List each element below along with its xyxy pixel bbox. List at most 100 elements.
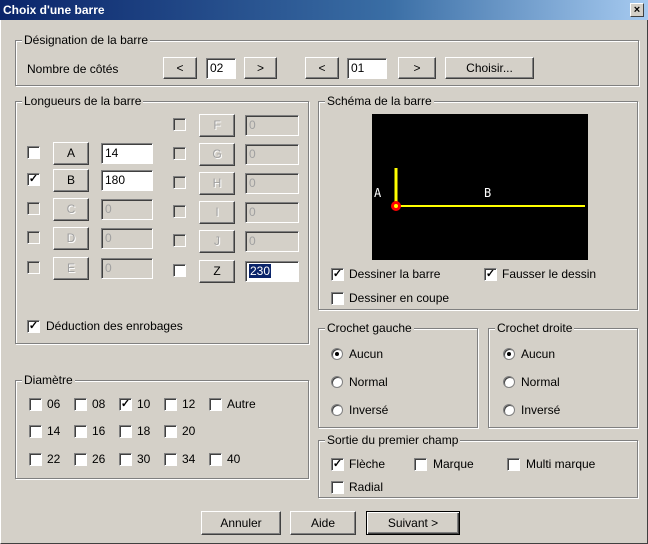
deduction-label: Déduction des enrobages <box>46 319 183 333</box>
diametre-06-label: 06 <box>47 397 61 411</box>
length-f-checkbox[interactable] <box>173 118 186 131</box>
radial-checkbox[interactable] <box>331 481 344 494</box>
diametre-34-checkbox[interactable] <box>164 453 177 466</box>
length-i-field[interactable]: 0 <box>245 202 299 223</box>
length-z-button[interactable]: Z <box>199 260 235 283</box>
crochet-droite-radio-3[interactable] <box>503 404 515 416</box>
length-b-checkbox[interactable]: ✓ <box>27 173 40 186</box>
diametre-26-checkbox[interactable] <box>74 453 87 466</box>
diametre-06-checkbox[interactable] <box>29 398 42 411</box>
length-g-button[interactable]: G <box>199 143 235 166</box>
next-button-2[interactable]: > <box>398 57 436 79</box>
length-i-checkbox[interactable] <box>173 205 186 218</box>
crochet-droite-label-3: Inversé <box>521 403 561 417</box>
designation-legend: Désignation de la barre <box>22 33 151 47</box>
length-e-checkbox[interactable] <box>27 261 40 274</box>
length-h-field[interactable]: 0 <box>245 173 299 194</box>
length-i-button[interactable]: I <box>199 201 235 224</box>
next-button-1[interactable]: > <box>244 57 277 79</box>
sortie-legend: Sortie du premier champ <box>325 433 461 447</box>
crochet-gauche-radio-1[interactable] <box>331 348 343 360</box>
diametre-08-label: 08 <box>92 397 106 411</box>
marque-checkbox[interactable] <box>414 458 427 471</box>
crochet-gauche-radio-3[interactable] <box>331 404 343 416</box>
length-a-button[interactable]: A <box>53 142 89 165</box>
deduction-checkbox[interactable]: ✓ <box>27 320 40 333</box>
prev-button-1[interactable]: < <box>163 57 197 79</box>
diametre-18-checkbox[interactable] <box>119 425 132 438</box>
crochet-gauche-legend: Crochet gauche <box>325 321 414 335</box>
diametre-08-checkbox[interactable] <box>74 398 87 411</box>
diametre-22-label: 22 <box>47 452 61 466</box>
schema-label-b: B <box>484 186 492 200</box>
aide-button[interactable]: Aide <box>290 511 356 535</box>
dessiner-barre-checkbox[interactable]: ✓ <box>331 268 344 281</box>
diametre-22-checkbox[interactable] <box>29 453 42 466</box>
suivant-button[interactable]: Suivant > <box>366 511 460 535</box>
bar-origin-center <box>394 204 398 208</box>
fausser-checkbox[interactable]: ✓ <box>484 268 497 281</box>
crochet-gauche-label-1: Aucun <box>349 347 384 361</box>
diametre-40-checkbox[interactable] <box>209 453 222 466</box>
diametre-12-checkbox[interactable] <box>164 398 177 411</box>
diametre-16-checkbox[interactable] <box>74 425 87 438</box>
dessiner-coupe-checkbox[interactable] <box>331 292 344 305</box>
radial-label: Radial <box>349 480 384 494</box>
crochet-gauche-label-3: Inversé <box>349 403 389 417</box>
length-z-field[interactable]: 230 <box>245 261 299 282</box>
diametre-30-checkbox[interactable] <box>119 453 132 466</box>
cotes-field-1[interactable]: 02 <box>206 58 236 79</box>
diametre-16-label: 16 <box>92 424 106 438</box>
diametre-20-checkbox[interactable] <box>164 425 177 438</box>
diametre-14-label: 14 <box>47 424 61 438</box>
multi-marque-checkbox[interactable] <box>507 458 520 471</box>
length-e-field[interactable]: 0 <box>101 258 153 279</box>
longueurs-legend: Longueurs de la barre <box>22 94 144 108</box>
length-z-selected-text: 230 <box>249 264 272 278</box>
length-j-checkbox[interactable] <box>173 234 186 247</box>
crochet-droite-label-2: Normal <box>521 375 560 389</box>
diametre-10-checkbox[interactable]: ✓ <box>119 398 132 411</box>
cotes-field-2[interactable]: 01 <box>347 58 387 79</box>
crochet-droite-label-1: Aucun <box>521 347 556 361</box>
length-d-field[interactable]: 0 <box>101 228 153 249</box>
length-z-checkbox[interactable] <box>173 264 186 277</box>
nombre-cotes-label: Nombre de côtés <box>27 62 119 76</box>
crochet-droite-radio-1[interactable] <box>503 348 515 360</box>
schema-canvas: A B <box>372 114 588 260</box>
length-b-button[interactable]: B <box>53 169 89 192</box>
fleche-checkbox[interactable]: ✓ <box>331 458 344 471</box>
length-c-field[interactable]: 0 <box>101 199 153 220</box>
title-bar[interactable]: Choix d'une barre × <box>0 0 648 20</box>
length-c-button[interactable]: C <box>53 198 89 221</box>
length-a-field[interactable]: 14 <box>101 143 153 164</box>
length-d-checkbox[interactable] <box>27 231 40 244</box>
length-g-field[interactable]: 0 <box>245 144 299 165</box>
crochet-gauche-radio-2[interactable] <box>331 376 343 388</box>
choisir-button[interactable]: Choisir... <box>445 57 534 79</box>
diametre-40-label: 40 <box>227 452 241 466</box>
length-a-checkbox[interactable] <box>27 146 40 159</box>
length-h-button[interactable]: H <box>199 172 235 195</box>
length-f-button[interactable]: F <box>199 114 235 137</box>
diametre-10-label: 10 <box>137 397 151 411</box>
close-icon[interactable]: × <box>630 3 644 17</box>
diametre-14-checkbox[interactable] <box>29 425 42 438</box>
length-j-field[interactable]: 0 <box>245 231 299 252</box>
length-b-field[interactable]: 180 <box>101 170 153 191</box>
prev-button-2[interactable]: < <box>305 57 339 79</box>
crochet-droite-radio-2[interactable] <box>503 376 515 388</box>
length-e-button[interactable]: E <box>53 257 89 280</box>
diametre-30-label: 30 <box>137 452 151 466</box>
length-c-checkbox[interactable] <box>27 202 40 215</box>
length-f-field[interactable]: 0 <box>245 115 299 136</box>
length-g-checkbox[interactable] <box>173 147 186 160</box>
annuler-button[interactable]: Annuler <box>201 511 281 535</box>
diametre-26-label: 26 <box>92 452 106 466</box>
diametre-autre-checkbox[interactable] <box>209 398 222 411</box>
length-j-button[interactable]: J <box>199 230 235 253</box>
length-d-button[interactable]: D <box>53 227 89 250</box>
length-h-checkbox[interactable] <box>173 176 186 189</box>
diametre-34-label: 34 <box>182 452 196 466</box>
fleche-label: Flèche <box>349 457 386 471</box>
